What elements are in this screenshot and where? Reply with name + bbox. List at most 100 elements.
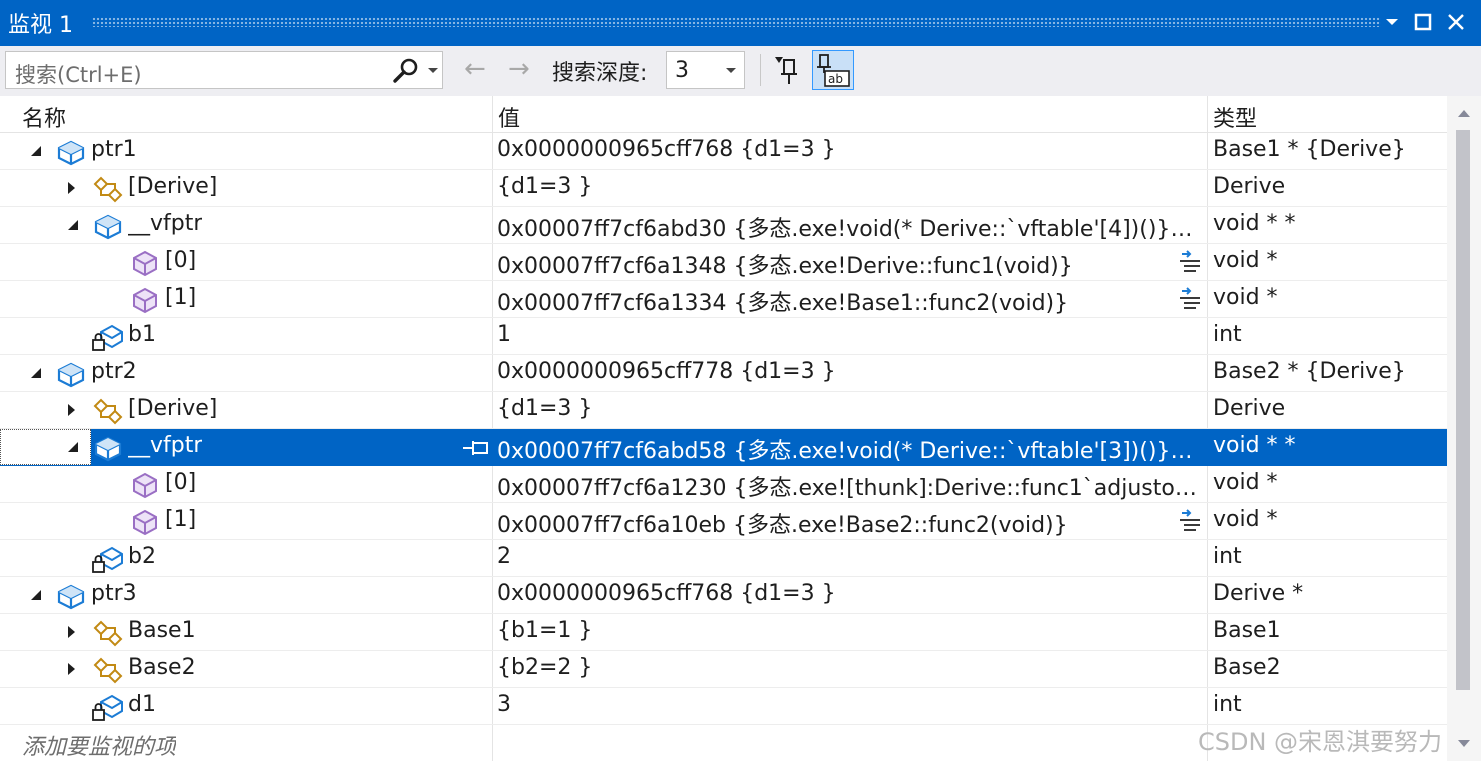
row-name[interactable]: __vfptr [128,433,202,458]
row-name[interactable]: d1 [128,692,156,717]
close-icon[interactable] [1442,8,1470,36]
row-name[interactable]: [0] [165,248,196,273]
row-value[interactable]: 0x00007ff7cf6a1334 {多态.exe!Base1::func2(… [497,285,1199,317]
private-field-icon [91,323,123,351]
expand-toggle-icon[interactable] [68,626,75,638]
object-icon [93,212,123,240]
expand-toggle-icon[interactable] [68,182,75,194]
watch-row[interactable]: [1] 0x00007ff7cf6a1334 {多态.exe!Base1::fun… [0,281,1447,318]
row-value[interactable]: {d1=3 } [497,174,1199,199]
row-value[interactable]: 0x00007ff7cf6a1230 {多态.exe![thunk]:Deriv… [497,470,1199,502]
search-forward-arrow-icon[interactable]: → [508,54,530,84]
row-name[interactable]: [Derive] [128,396,217,421]
base-class-icon [91,175,123,203]
search-back-arrow-icon[interactable]: ← [464,54,486,84]
row-type: Derive [1213,174,1286,199]
row-name[interactable]: b1 [128,322,156,347]
scrollbar-thumb[interactable] [1456,130,1470,690]
base-class-icon [91,397,123,425]
csdn-watermark: CSDN @宋恩淇要努力 [1198,728,1443,756]
row-value[interactable]: {b1=1 } [497,618,1199,643]
column-header-type[interactable]: 类型 [1213,101,1257,133]
private-field-icon [91,693,123,721]
dropdown-icon[interactable] [1378,8,1406,36]
row-value[interactable]: {d1=3 } [497,396,1199,421]
row-name[interactable]: __vfptr [128,211,202,236]
add-watch-placeholder[interactable]: 添加要监视的项 [22,729,176,761]
watch-row[interactable]: b2 2 int [0,540,1447,577]
row-value[interactable]: 1 [497,322,1199,347]
collapse-toggle-icon[interactable] [68,442,78,452]
watch-row[interactable]: [0] 0x00007ff7cf6a1230 {多态.exe![thunk]:De… [0,466,1447,503]
row-name[interactable]: ptr1 [91,137,137,162]
watch-row[interactable]: d1 3 int [0,688,1447,725]
search-options-dropdown-icon[interactable] [428,68,438,73]
expand-toggle-icon[interactable] [68,663,75,675]
watch-row[interactable]: [0] 0x00007ff7cf6a1348 {多态.exe!Derive::fu… [0,244,1447,281]
row-value[interactable]: 0x00007ff7cf6abd58 {多态.exe!void(* Derive… [497,433,1199,465]
scroll-down-icon[interactable] [1458,740,1470,747]
row-name[interactable]: [1] [165,507,196,532]
row-value[interactable]: 0x00007ff7cf6a1348 {多态.exe!Derive::func1… [497,248,1199,280]
row-value[interactable]: 0x00007ff7cf6abd30 {多态.exe!void(* Derive… [497,211,1199,243]
row-value[interactable]: 2 [497,544,1199,569]
row-type: Base1 * {Derive} [1213,137,1406,162]
search-depth-value: 3 [675,58,689,83]
row-name[interactable]: [1] [165,285,196,310]
private-field-icon [91,545,123,573]
expand-toggle-icon[interactable] [68,404,75,416]
row-name[interactable]: b2 [128,544,156,569]
watch-row[interactable]: [Derive] {d1=3 } Derive [0,170,1447,207]
watch-row[interactable]: __vfptr 0x00007ff7cf6abd30 {多态.exe!void(*… [0,207,1447,244]
row-value[interactable]: {b2=2 } [497,655,1199,680]
watch-row[interactable]: ptr3 0x0000000965cff768 {d1=3 } Derive * [0,577,1447,614]
watch-row[interactable]: [Derive] {d1=3 } Derive [0,392,1447,429]
row-value[interactable]: 0x0000000965cff768 {d1=3 } [497,137,1199,162]
watch-row[interactable]: Base1 {b1=1 } Base1 [0,614,1447,651]
view-function-icon[interactable] [1176,250,1204,280]
watch-row[interactable]: ptr1 0x0000000965cff768 {d1=3 } Base1 * {D… [0,133,1447,170]
collapse-toggle-icon[interactable] [31,368,41,378]
row-value[interactable]: 0x0000000965cff768 {d1=3 } [497,581,1199,606]
chevron-down-icon [726,68,736,73]
collapse-toggle-icon[interactable] [31,146,41,156]
hex-display-toggle-button[interactable]: ab [812,50,854,90]
row-name[interactable]: ptr2 [91,359,137,384]
vertical-scrollbar[interactable] [1447,96,1481,761]
collapse-toggle-icon[interactable] [31,590,41,600]
row-type: Base2 [1213,655,1281,680]
search-depth-label: 搜索深度: [552,61,648,86]
scroll-up-icon[interactable] [1458,110,1470,117]
row-type: Base1 [1213,618,1281,643]
watch-row[interactable]: b1 1 int [0,318,1447,355]
collapse-toggle-icon[interactable] [68,220,78,230]
watch-row[interactable]: __vfptr 0x00007ff7cf6abd58 {多态.exe!void(*… [0,429,1447,466]
view-function-icon[interactable] [1176,287,1204,317]
window-title: 监视 1 [8,13,73,38]
view-function-icon[interactable] [1176,509,1204,539]
row-type: void * [1213,507,1278,532]
row-value[interactable]: 0x0000000965cff778 {d1=3 } [497,359,1199,384]
row-name[interactable]: [Derive] [128,174,217,199]
row-name[interactable]: Base1 [128,618,196,643]
pin-icon[interactable] [462,438,490,462]
window-title-bar[interactable]: 监视 1 [0,0,1481,46]
watch-row[interactable]: Base2 {b2=2 } Base2 [0,651,1447,688]
row-name[interactable]: ptr3 [91,581,137,606]
search-placeholder: 搜索(Ctrl+E) [15,63,142,87]
row-name[interactable]: [0] [165,470,196,495]
row-name[interactable]: Base2 [128,655,196,680]
maximize-icon[interactable] [1409,8,1437,36]
search-icon[interactable] [391,57,421,89]
search-depth-select[interactable]: 3 [666,51,745,89]
row-value[interactable]: 0x00007ff7cf6a10eb {多态.exe!Base2::func2(… [497,507,1199,539]
column-header-name[interactable]: 名称 [22,101,66,133]
row-value[interactable]: 3 [497,692,1199,717]
watch-row[interactable]: [1] 0x00007ff7cf6a10eb {多态.exe!Base2::fun… [0,503,1447,540]
watch-row[interactable]: ptr2 0x0000000965cff778 {d1=3 } Base2 * {D… [0,355,1447,392]
pin-filter-icon[interactable] [772,54,802,90]
search-input[interactable]: 搜索(Ctrl+E) [5,51,443,89]
title-drag-grip[interactable] [92,17,1381,27]
object-icon [56,138,86,166]
column-header-value[interactable]: 值 [498,101,520,133]
